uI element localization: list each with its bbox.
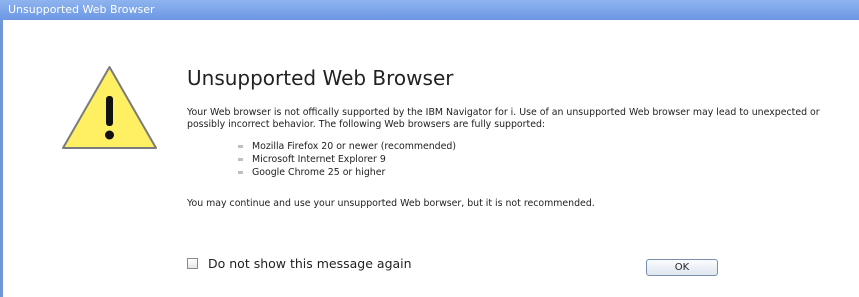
window-title: Unsupported Web Browser — [8, 3, 155, 16]
list-item: Mozilla Firefox 20 or newer (recommended… — [238, 140, 456, 153]
bullet-icon — [238, 171, 243, 174]
window-titlebar[interactable]: Unsupported Web Browser — [0, 0, 859, 20]
list-item: Microsoft Internet Explorer 9 — [238, 153, 456, 166]
bullet-icon — [238, 158, 243, 161]
do-not-show-checkbox[interactable] — [187, 258, 198, 269]
bullet-icon — [238, 145, 243, 148]
warning-icon — [62, 66, 157, 149]
continue-note: You may continue and use your unsupporte… — [187, 198, 595, 209]
do-not-show-option[interactable]: Do not show this message again — [187, 256, 412, 271]
dialog-heading: Unsupported Web Browser — [187, 66, 454, 90]
window-left-border — [0, 0, 3, 297]
supported-browser-list: Mozilla Firefox 20 or newer (recommended… — [238, 140, 456, 179]
list-item: Google Chrome 25 or higher — [238, 166, 456, 179]
browser-name: Microsoft Internet Explorer 9 — [252, 154, 386, 165]
do-not-show-label[interactable]: Do not show this message again — [208, 256, 412, 271]
browser-name: Google Chrome 25 or higher — [252, 167, 386, 178]
ok-button[interactable]: OK — [646, 259, 718, 276]
browser-name: Mozilla Firefox 20 or newer (recommended… — [252, 141, 457, 152]
unsupported-browser-dialog: Unsupported Web Browser Unsupported Web … — [0, 0, 859, 297]
intro-text: Your Web browser is not offically suppor… — [187, 107, 820, 130]
